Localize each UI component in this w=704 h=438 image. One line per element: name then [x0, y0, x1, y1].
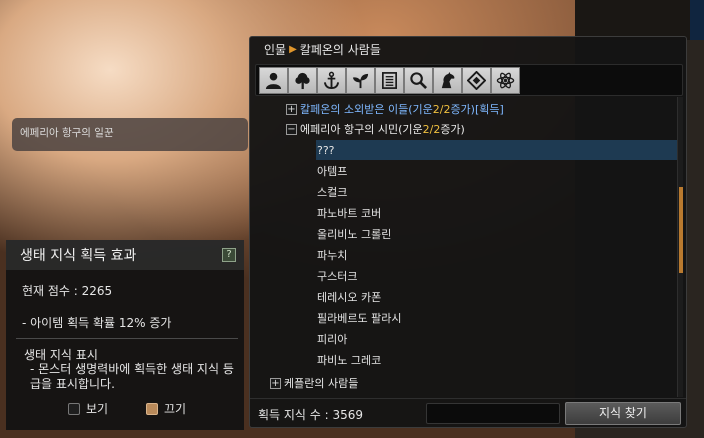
diamond-icon[interactable]	[462, 67, 491, 94]
expand-toggle[interactable]: +	[270, 377, 281, 389]
group-suffix: 증가)	[440, 123, 465, 136]
divider	[16, 338, 238, 339]
list-item[interactable]: 스컬크	[317, 182, 347, 202]
tree-icon[interactable]	[288, 67, 317, 94]
list-item[interactable]: 구스터크	[317, 266, 357, 286]
category-toolbar	[255, 64, 683, 96]
list-item[interactable]: ???	[317, 140, 335, 160]
group-label: 케플란의 사람들	[284, 377, 359, 390]
effect-title: 생태 지식 획득 효과	[20, 248, 137, 264]
collapse-toggle[interactable]: −	[286, 123, 297, 135]
breadcrumb-root[interactable]: 인물	[264, 41, 286, 58]
list-item[interactable]: 필라베르도 팔라시	[317, 308, 401, 328]
help-icon[interactable]: ?	[222, 248, 236, 262]
horse-icon[interactable]	[433, 67, 462, 94]
item-label: 아템프	[317, 165, 348, 178]
hide-option[interactable]: 끄기	[146, 400, 186, 417]
item-label: 필라베르도 팔라시	[317, 312, 402, 325]
list-item[interactable]: 아템프	[317, 161, 347, 181]
group-label: 칼페온의 소외받은 이들(기운	[300, 103, 433, 116]
hide-label: 끄기	[164, 402, 187, 416]
scroll-thumb[interactable]	[679, 187, 683, 273]
show-option[interactable]: 보기	[68, 400, 108, 417]
knowledge-panel: 인물 ▶ 칼페온의 사람들 + 칼페온의 소외받은 이들(기운 2/2 증가)[…	[249, 36, 687, 428]
display-description: - 몬스터 생명력바에 획득한 생태 지식 등급을 표시합니다.	[30, 362, 234, 391]
list-item[interactable]: 파누치	[317, 245, 347, 265]
anchor-icon[interactable]	[317, 67, 346, 94]
book-icon[interactable]	[375, 67, 404, 94]
tree-scrollbar[interactable]	[677, 97, 683, 397]
tree-group-port-citizens[interactable]: − 에페리아 항구의 시민(기운 2/2 증가)	[286, 119, 465, 139]
selected-row-highlight	[316, 140, 678, 160]
list-item[interactable]: 피리아	[317, 329, 347, 349]
person-icon[interactable]	[259, 67, 288, 94]
item-label: 파비노 그레코	[317, 354, 382, 367]
group-count: 2/2	[432, 102, 451, 116]
current-score: 현재 점수 : 2265	[22, 284, 113, 298]
hide-checkbox[interactable]	[146, 402, 158, 415]
find-knowledge-button[interactable]: 지식 찾기	[565, 402, 681, 425]
item-label: 구스터크	[317, 270, 358, 283]
item-label: 올리비노 그롤린	[317, 228, 392, 241]
magnifier-icon[interactable]	[404, 67, 433, 94]
group-label: 에페리아 항구의 시민(기운	[300, 123, 423, 136]
expand-toggle[interactable]: +	[286, 103, 297, 115]
item-label: 파누치	[317, 249, 348, 262]
group-count: 2/2	[422, 122, 441, 136]
item-label: 테레시오 카폰	[317, 291, 382, 304]
show-label: 보기	[86, 402, 109, 416]
list-item[interactable]: 올리비노 그롤린	[317, 224, 391, 244]
display-title: 생태 지식 표시	[24, 348, 98, 362]
list-item[interactable]: 테레시오 카폰	[317, 287, 381, 307]
npc-name-tooltip: 에페리아 항구의 일꾼	[12, 118, 248, 151]
knowledge-footer: 획득 지식 수 : 3569 지식 찾기	[250, 398, 686, 427]
tree-group-outcasts[interactable]: + 칼페온의 소외받은 이들(기운 2/2 증가)[획득]	[286, 99, 504, 119]
breadcrumb-arrow-icon: ▶	[289, 44, 297, 55]
search-input[interactable]	[426, 403, 560, 424]
item-label: 스컬크	[317, 186, 348, 199]
item-label: ???	[317, 143, 335, 157]
tooltip-text: 에페리아 항구의 일꾼	[20, 127, 114, 139]
knowledge-tree: + 칼페온의 소외받은 이들(기운 2/2 증가)[획득] − 에페리아 항구의…	[250, 99, 678, 397]
group-suffix: 증가)[획득]	[450, 103, 504, 116]
tree-group-keplan[interactable]: + 케플란의 사람들	[270, 373, 358, 393]
show-checkbox[interactable]	[68, 402, 80, 415]
breadcrumb: 인물 ▶ 칼페온의 사람들	[264, 41, 381, 58]
list-item[interactable]: 파비노 그레코	[317, 350, 381, 370]
item-drop-bonus: - 아이템 획득 확률 12% 증가	[22, 316, 172, 330]
atom-icon[interactable]	[491, 67, 520, 94]
item-label: 파노바트 코버	[317, 207, 382, 220]
item-label: 피리아	[317, 333, 348, 346]
sprout-icon[interactable]	[346, 67, 375, 94]
effect-header: 생태 지식 획득 효과 ?	[6, 240, 244, 270]
knowledge-effect-panel: 생태 지식 획득 효과 ? 현재 점수 : 2265 - 아이템 획득 확률 1…	[6, 240, 244, 430]
list-item[interactable]: 파노바트 코버	[317, 203, 381, 223]
knowledge-count: 획득 지식 수 : 3569	[258, 408, 364, 422]
breadcrumb-current: 칼페온의 사람들	[299, 43, 381, 57]
